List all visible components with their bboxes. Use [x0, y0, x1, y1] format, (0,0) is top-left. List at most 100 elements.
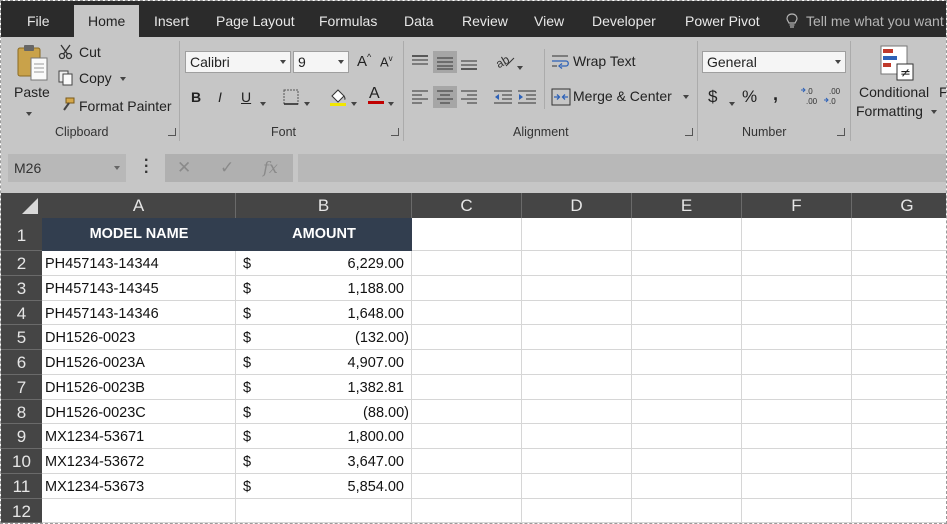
conditional-formatting-button[interactable]: ≠ Conditional Formatting — [856, 42, 946, 124]
italic-button[interactable]: I — [218, 89, 222, 105]
number-dialog-launcher[interactable] — [837, 128, 845, 136]
orientation-icon[interactable]: ab — [494, 52, 516, 70]
empty-cell[interactable] — [742, 218, 852, 251]
cell-model-name[interactable]: PH457143-14344 — [42, 251, 236, 276]
tab-developer[interactable]: Developer — [592, 1, 656, 37]
empty-cell[interactable] — [632, 473, 742, 499]
format-as-table-partial[interactable]: F — [939, 84, 946, 100]
column-header-c[interactable]: C — [412, 193, 522, 218]
paste-dropdown-caret[interactable] — [26, 105, 32, 121]
empty-cell[interactable] — [632, 325, 742, 350]
fill-color-dropdown[interactable] — [351, 95, 357, 111]
decrease-decimal-icon[interactable]: .00 .0 — [823, 86, 845, 106]
paste-button[interactable] — [15, 42, 51, 87]
cell-amount[interactable]: $1,188.00 — [236, 275, 412, 301]
header-cell-model-name[interactable]: MODEL NAME — [42, 218, 236, 251]
decrease-font-size-button[interactable]: Av — [380, 54, 393, 69]
top-align-icon[interactable] — [411, 54, 429, 70]
row-header-3[interactable]: 3 — [1, 275, 42, 301]
cell-amount[interactable]: $1,648.00 — [236, 300, 412, 326]
orientation-dropdown[interactable] — [517, 59, 523, 75]
empty-cell[interactable] — [632, 350, 742, 375]
empty-cell[interactable] — [632, 300, 742, 326]
increase-font-size-button[interactable]: A^ — [357, 52, 371, 70]
increase-decimal-icon[interactable]: .0 .00 — [800, 86, 820, 106]
align-left-icon[interactable] — [411, 89, 429, 105]
empty-cell[interactable] — [742, 374, 852, 400]
empty-cell[interactable] — [412, 218, 522, 251]
tab-power-pivot[interactable]: Power Pivot — [685, 1, 760, 37]
font-name-select[interactable]: Calibri — [185, 51, 291, 73]
empty-cell[interactable] — [522, 275, 632, 301]
row-header-6[interactable]: 6 — [1, 350, 42, 375]
empty-cell[interactable] — [412, 498, 522, 523]
cell-amount[interactable]: $4,907.00 — [236, 350, 412, 375]
empty-cell[interactable] — [852, 301, 946, 326]
font-size-select[interactable]: 9 — [293, 51, 349, 73]
conditional-formatting-dropdown[interactable] — [931, 110, 937, 114]
empty-cell[interactable] — [742, 251, 852, 276]
empty-cell[interactable] — [632, 275, 742, 301]
borders-button[interactable] — [283, 89, 300, 109]
cell-model-name[interactable]: DH1526-0023C — [42, 399, 236, 425]
cell-amount[interactable]: $ (132.00) — [236, 325, 412, 350]
accounting-format-dropdown[interactable] — [729, 95, 735, 111]
alignment-dialog-launcher[interactable] — [685, 128, 693, 136]
empty-cell[interactable] — [522, 251, 632, 276]
select-all-corner[interactable] — [1, 193, 42, 218]
empty-cell[interactable] — [852, 325, 946, 350]
empty-cell[interactable] — [522, 300, 632, 326]
empty-cell[interactable] — [852, 474, 946, 499]
name-box[interactable]: M26 — [8, 154, 126, 182]
cell-amount[interactable]: $6,229.00 — [236, 251, 412, 276]
paste-label[interactable]: Paste — [14, 84, 50, 100]
cell-model-name[interactable]: PH457143-14345 — [42, 275, 236, 301]
row-header-7[interactable]: 7 — [1, 374, 42, 400]
empty-cell[interactable] — [742, 275, 852, 301]
tab-data[interactable]: Data — [404, 1, 434, 37]
tab-insert[interactable]: Insert — [154, 1, 189, 37]
cell-model-name[interactable]: MX1234-53673 — [42, 473, 236, 499]
empty-cell[interactable] — [852, 400, 946, 425]
tab-view[interactable]: View — [534, 1, 564, 37]
cell-model-name[interactable]: PH457143-14346 — [42, 300, 236, 326]
empty-cell[interactable] — [742, 325, 852, 350]
empty-cell[interactable] — [852, 251, 946, 276]
cell-amount[interactable]: $1,800.00 — [236, 424, 412, 449]
row-header-4[interactable]: 4 — [1, 300, 42, 326]
empty-cell[interactable] — [742, 424, 852, 449]
tab-file[interactable]: File — [27, 1, 50, 37]
empty-cell[interactable] — [852, 218, 946, 251]
empty-cell[interactable] — [522, 498, 632, 523]
column-header-a[interactable]: A — [42, 193, 236, 218]
cell-amount[interactable]: $3,647.00 — [236, 449, 412, 474]
empty-cell[interactable] — [632, 251, 742, 276]
empty-cell[interactable] — [742, 399, 852, 425]
column-header-d[interactable]: D — [522, 193, 632, 218]
empty-cell[interactable] — [522, 325, 632, 350]
clipboard-dialog-launcher[interactable] — [168, 128, 176, 136]
header-cell-amount[interactable]: AMOUNT — [236, 218, 412, 251]
empty-cell[interactable] — [742, 498, 852, 523]
empty-cell[interactable] — [852, 449, 946, 474]
formula-bar-grip[interactable]: · · · — [144, 153, 149, 181]
align-right-icon[interactable] — [460, 89, 478, 105]
underline-dropdown[interactable] — [260, 95, 266, 111]
empty-cell[interactable] — [412, 473, 522, 499]
empty-cell[interactable] — [522, 350, 632, 375]
empty-cell[interactable] — [852, 499, 946, 523]
empty-cell[interactable] — [632, 218, 742, 251]
copy-dropdown-caret[interactable] — [120, 77, 126, 81]
row-header-11[interactable]: 11 — [1, 473, 42, 499]
empty-cell[interactable] — [412, 449, 522, 474]
row-header-12[interactable]: 12 — [1, 498, 42, 523]
empty-cell[interactable] — [852, 276, 946, 301]
empty-cell[interactable] — [522, 473, 632, 499]
empty-cell[interactable] — [852, 350, 946, 375]
cell-model-name[interactable]: DH1526-0023 — [42, 325, 236, 350]
empty-cell[interactable] — [522, 449, 632, 474]
percent-style-button[interactable]: % — [742, 87, 757, 107]
tab-review[interactable]: Review — [462, 1, 508, 37]
empty-cell[interactable] — [522, 424, 632, 449]
cancel-icon[interactable]: ✕ — [177, 154, 191, 182]
